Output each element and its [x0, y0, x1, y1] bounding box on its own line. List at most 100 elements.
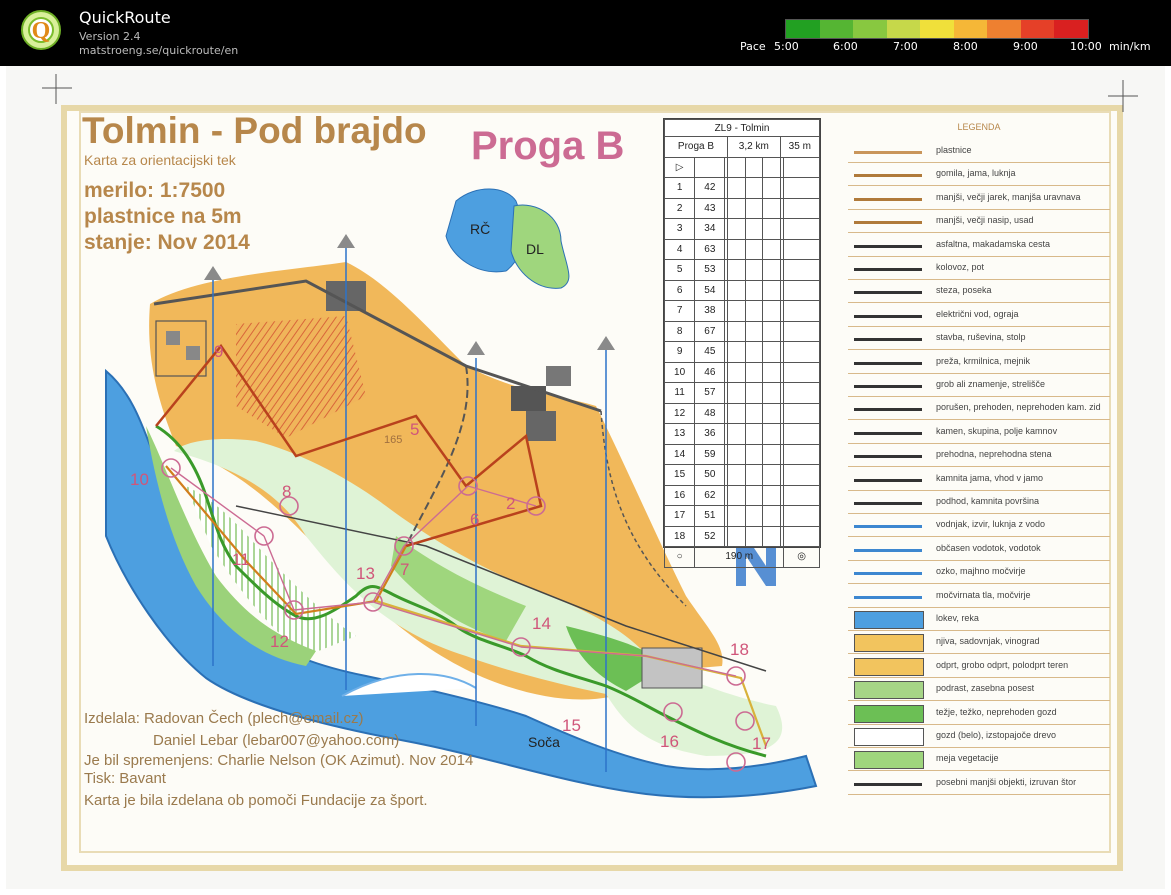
pace-unit: min/km: [1109, 40, 1151, 53]
pace-tick: 7:00: [893, 40, 918, 53]
legend-row: stavba, ruševina, stolp: [848, 327, 1110, 351]
map-status-date: stanje: Nov 2014: [84, 231, 250, 254]
legend-label: meja vegetacije: [936, 753, 999, 764]
finish-circle-icon: ◎: [783, 546, 820, 568]
desc-symbol-cell: [783, 505, 820, 527]
desc-control-code: 59: [694, 443, 726, 465]
legend-row: manjši, večji nasip, usad: [848, 210, 1110, 234]
desc-control-code: 51: [694, 505, 726, 527]
desc-control-code: 46: [694, 361, 726, 383]
desc-row: 16 62: [663, 484, 820, 506]
legend-label: kamen, skupina, polje kamnov: [936, 425, 1058, 436]
map-subtitle: Karta za orientacijski tek: [84, 152, 236, 168]
legend-label: odprt, grobo odprt, polodprt teren: [936, 659, 1069, 670]
legend-symbol: [854, 237, 922, 248]
desc-symbol-cell: [726, 464, 746, 486]
control-number: 7: [400, 560, 410, 579]
control-number: 18: [730, 640, 749, 659]
desc-control-seq: 2: [663, 197, 696, 219]
pace-tick: 6:00: [833, 40, 858, 53]
desc-control-code: 43: [694, 197, 726, 219]
desc-symbol-cell: [726, 320, 746, 342]
legend-row: kamen, skupina, polje kamnov: [848, 421, 1110, 444]
desc-symbol-cell: [783, 382, 820, 404]
pace-color-segment: [1020, 20, 1055, 38]
desc-symbol-cell: [726, 361, 746, 383]
control-number: 16: [660, 732, 679, 751]
desc-control-code: 38: [694, 300, 726, 322]
control-number: 14: [532, 614, 551, 633]
desc-symbol-cell: [783, 423, 820, 445]
legend-label: njiva, sadovnjak, vinograd: [936, 636, 1040, 647]
legend-row: podhod, kamnita površina: [848, 491, 1110, 514]
course-name: Proga B: [471, 124, 625, 168]
desc-row: 9 45: [663, 341, 820, 363]
legend-label: ozko, majhno močvirje: [936, 566, 1026, 577]
quickroute-logo-icon: Q: [21, 10, 61, 50]
legend-row: preža, krmilnica, mejnik: [848, 351, 1110, 374]
map-legend: LEGENDA plastnice gomila, jama, luknja man…: [848, 116, 1110, 796]
map-scale: merilo: 1:7500: [84, 179, 226, 202]
pace-color-segment: [786, 20, 820, 38]
legend-symbol: [854, 634, 924, 653]
legend-row: močvirnata tla, močvirje: [848, 585, 1110, 608]
legend-row: gomila, jama, luknja: [848, 163, 1110, 187]
legend-symbol: [854, 143, 922, 154]
desc-symbol-cell: [762, 484, 781, 506]
pace-tick: 8:00: [953, 40, 978, 53]
credit-line: Je bil spremenjens: Charlie Nelson (OK A…: [84, 752, 474, 769]
desc-symbol-cell: [783, 484, 820, 506]
legend-row: porušen, prehoden, neprehoden kam. zid: [848, 397, 1110, 421]
legend-row: ozko, majhno močvirje: [848, 561, 1110, 585]
desc-row: 10 46: [663, 361, 820, 383]
desc-control-code: 57: [694, 382, 726, 404]
desc-control-code: 63: [694, 238, 726, 260]
legend-symbol: [854, 283, 922, 295]
desc-row: 7 38: [663, 300, 820, 322]
legend-symbol: [854, 681, 924, 700]
desc-symbol-cell: [744, 423, 764, 445]
legend-symbol: [854, 330, 922, 342]
desc-control-seq: 10: [663, 361, 696, 383]
desc-symbol-cell: [744, 259, 764, 281]
desc-symbol-cell: [726, 484, 746, 506]
desc-control-code: 45: [694, 341, 726, 363]
desc-control-seq: 17: [663, 505, 696, 527]
desc-symbol-cell: [783, 320, 820, 342]
desc-symbol-cell: [726, 300, 746, 322]
legend-symbol: [854, 400, 922, 412]
desc-symbol-cell: [726, 382, 746, 404]
legend-row: težje, težko, neprehoden gozd: [848, 702, 1110, 725]
desc-symbol-cell: [762, 382, 781, 404]
legend-label: posebni manjši objekti, izruvan štor: [936, 776, 1077, 787]
desc-symbol-cell: [726, 177, 746, 199]
legend-row: podrast, zasebna posest: [848, 678, 1110, 702]
river-label: Soča: [528, 734, 560, 750]
desc-symbol-cell: [726, 505, 746, 527]
desc-control-code: 54: [694, 279, 726, 301]
desc-symbol-cell: [744, 443, 764, 465]
pace-color-segment: [987, 20, 1021, 38]
desc-control-seq: 18: [663, 525, 696, 547]
desc-symbol-cell: [762, 320, 781, 342]
desc-control-code: 42: [694, 177, 726, 199]
desc-symbol-cell: [762, 402, 781, 424]
desc-symbol-cell: [744, 505, 764, 527]
legend-symbol: [854, 471, 922, 482]
app-url[interactable]: matstroeng.se/quickroute/en: [79, 44, 238, 57]
map-canvas[interactable]: Tolmin - Pod brajdo Karta za orientacijs…: [6, 66, 1165, 889]
desc-control-code: 48: [694, 402, 726, 424]
legend-symbol: [854, 517, 922, 529]
legend-label: asfaltna, makadamska cesta: [936, 238, 1051, 249]
pace-tick: 10:00: [1070, 40, 1102, 53]
desc-row: 4 63: [663, 238, 820, 260]
desc-symbol-cell: [744, 320, 764, 342]
map-contour-interval: plastnice na 5m: [84, 205, 242, 228]
desc-symbol-cell: [762, 300, 781, 322]
desc-symbol-cell: [762, 505, 781, 527]
desc-symbol-cell: [783, 218, 820, 240]
desc-row: 11 57: [663, 382, 820, 404]
legend-label: porušen, prehoden, neprehoden kam. zid: [936, 402, 1101, 413]
desc-control-seq: 4: [663, 238, 696, 260]
control-number: 15: [562, 716, 581, 735]
